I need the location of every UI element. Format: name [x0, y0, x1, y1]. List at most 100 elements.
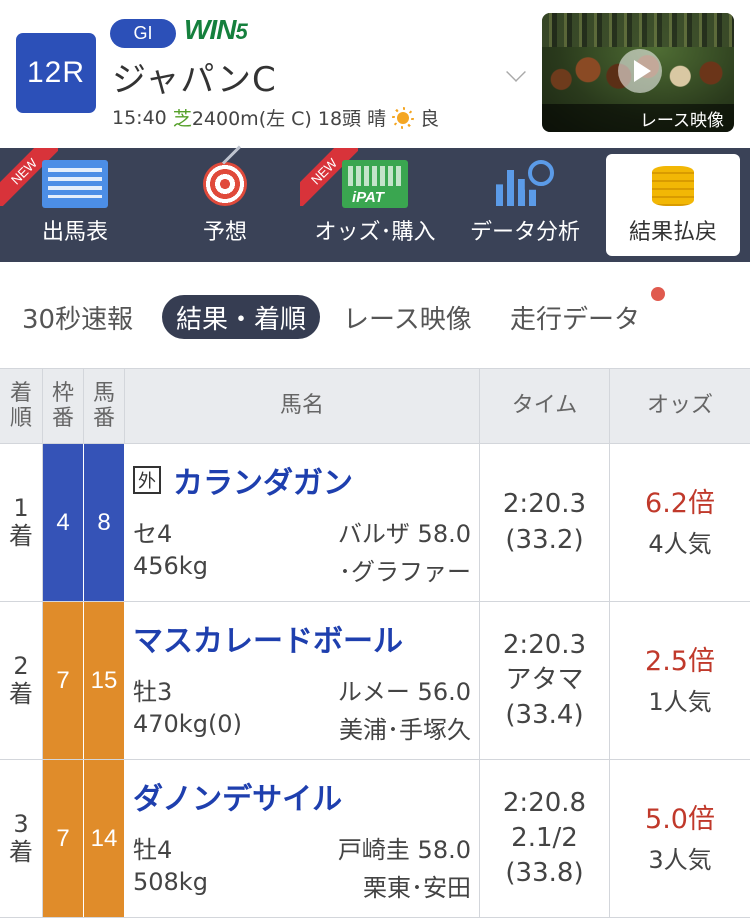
horse-cell: ダノンデサイル 牡4 戸崎圭 58.0 508kg 栗東･安田: [125, 760, 480, 917]
table-icon: [42, 160, 108, 208]
nav-item-results-payout[interactable]: 結果払戻: [606, 154, 740, 256]
horse-cell: 外カランダガン セ4 バルザ 58.0 456kg ･グラファー: [125, 444, 480, 601]
sex-age: 牡3: [133, 678, 173, 706]
time-cell: 2:20.8 2.1/2 (33.8): [480, 760, 610, 917]
finish-position: 1着: [0, 444, 43, 601]
table-row[interactable]: 2着 7 15 マスカレードボール 牡3 ルメー 56.0 470kg(0) 美浦･…: [0, 602, 750, 760]
margin: アタマ: [505, 664, 584, 695]
body-weight: 456kg: [133, 552, 208, 580]
start-time: 15:40: [112, 106, 167, 129]
finish-time: 2:20.3: [502, 489, 587, 520]
horse-name-link[interactable]: ダノンデサイル: [133, 774, 342, 818]
finish-time: 2:20.3: [502, 629, 587, 660]
nav-item-prediction[interactable]: 予想: [150, 148, 300, 262]
odds-cell: 6.2倍 4人気: [610, 444, 750, 601]
last-3f: (33.2): [505, 524, 584, 555]
horse-info-line: 牡3 ルメー 56.0: [133, 672, 471, 707]
jockey-weight: バルザ 58.0: [337, 520, 471, 548]
margin: 2.1/2: [511, 822, 578, 853]
sex-age: 牡4: [133, 836, 173, 864]
runner-count: 18頭: [317, 108, 362, 130]
popularity: 3人気: [648, 845, 712, 874]
finish-time: 2:20.8: [502, 787, 587, 818]
chart-search-icon: [492, 160, 558, 208]
last-3f: (33.8): [505, 858, 584, 889]
header-rank: 着順: [0, 369, 43, 443]
nav-item-data-analysis[interactable]: データ分析: [450, 148, 600, 262]
horse-info-line: 508kg 栗東･安田: [133, 868, 471, 903]
race-number-badge: 12R: [16, 33, 96, 113]
last-3f: (33.4): [505, 700, 584, 731]
table-header: 着順 枠番 馬番 馬名 タイム オッズ: [0, 368, 750, 444]
tab-race-video[interactable]: レース映像: [343, 295, 472, 339]
odds-value: 2.5倍: [645, 645, 715, 677]
results-table: 着順 枠番 馬番 馬名 タイム オッズ 1着 4 8 外カランダガン セ4 バルザ…: [0, 368, 750, 918]
jockey-weight: 戸崎圭 58.0: [337, 836, 471, 864]
ipat-icon: [342, 160, 408, 208]
notification-dot: [651, 287, 665, 301]
body-weight: 508kg: [133, 868, 208, 896]
header-horse-number: 馬番: [84, 369, 125, 443]
table-row[interactable]: 1着 4 8 外カランダガン セ4 バルザ 58.0 456kg ･グラファー 2:…: [0, 444, 750, 602]
frame-number: 4: [43, 444, 84, 601]
trainer: 栗東･安田: [363, 874, 471, 902]
popularity: 4人気: [648, 529, 712, 558]
grade-badge: GI: [110, 19, 176, 48]
frame-number: 7: [43, 602, 84, 759]
horse-number: 14: [84, 760, 125, 917]
header-odds: オッズ: [646, 393, 713, 419]
frame-number: 7: [43, 760, 84, 917]
tab-30sec-report[interactable]: 30秒速報: [22, 295, 133, 339]
chevron-down-icon[interactable]: [506, 62, 526, 82]
finish-position: 3着: [0, 760, 43, 917]
odds-value: 6.2倍: [645, 487, 715, 519]
header-horse-name: 馬名: [125, 369, 480, 443]
win5-logo: WIN5: [184, 14, 248, 45]
trainer: 美浦･手塚久: [339, 716, 471, 744]
header-frame-number: 枠番: [43, 369, 84, 443]
race-name: ジャパンC: [112, 60, 277, 100]
race-nav-bar: NEW 出馬表 予想 NEW オッズ･購入 データ分析 結果払戻: [0, 148, 750, 262]
horse-info-line: 456kg ･グラファー: [133, 552, 471, 587]
tab-result-order[interactable]: 結果・着順: [162, 295, 321, 339]
horse-number: 8: [84, 444, 125, 601]
body-weight: 470kg(0): [133, 710, 242, 738]
horse-name-link[interactable]: マスカレードボール: [133, 616, 403, 660]
race-header: 12R GI WIN5 ジャパンC 15:40 芝 2400m(左 C) 18頭 …: [0, 0, 750, 148]
trainer: ･グラファー: [339, 558, 471, 586]
race-video-thumbnail[interactable]: レース映像: [542, 13, 734, 132]
time-cell: 2:20.3 アタマ (33.4): [480, 602, 610, 759]
header-time: タイム: [480, 369, 610, 443]
nav-item-odds-purchase[interactable]: NEW オッズ･購入: [300, 148, 450, 262]
time-cell: 2:20.3 (33.2): [480, 444, 610, 601]
nav-item-label: データ分析: [469, 220, 580, 245]
race-info: 15:40 芝 2400m(左 C) 18頭 晴 良: [112, 104, 439, 131]
video-label: レース映像: [542, 104, 734, 132]
result-tabs: 30秒速報 結果・着順 レース映像 走行データ: [0, 262, 750, 368]
horse-cell: マスカレードボール 牡3 ルメー 56.0 470kg(0) 美浦･手塚久: [125, 602, 480, 759]
horse-number: 15: [84, 602, 125, 759]
distance-course: 2400m(左 C): [191, 108, 312, 130]
play-icon[interactable]: [618, 49, 662, 93]
horse-name-link[interactable]: 外カランダガン: [133, 458, 353, 502]
nav-item-label: 予想: [202, 220, 247, 245]
odds-cell: 2.5倍 1人気: [610, 602, 750, 759]
odds-cell: 5.0倍 3人気: [610, 760, 750, 917]
nav-item-entries[interactable]: NEW 出馬表: [0, 148, 150, 262]
odds-value: 5.0倍: [645, 803, 715, 835]
track-condition: 良: [420, 108, 440, 130]
jockey-weight: ルメー 56.0: [337, 678, 471, 706]
table-row[interactable]: 3着 7 14 ダノンデサイル 牡4 戸崎圭 58.0 508kg 栗東･安田 2:…: [0, 760, 750, 918]
surface: 芝: [172, 108, 192, 130]
target-icon: [201, 160, 249, 208]
horse-info-line: セ4 バルザ 58.0: [133, 514, 471, 549]
foreign-horse-mark: 外: [133, 466, 161, 494]
coins-icon: [640, 160, 706, 208]
nav-item-label: 結果払戻: [628, 220, 717, 245]
popularity: 1人気: [648, 687, 712, 716]
nav-item-label: 出馬表: [41, 220, 108, 245]
nav-item-label: オッズ･購入: [314, 220, 436, 245]
tab-running-data[interactable]: 走行データ: [510, 295, 640, 339]
finish-position: 2着: [0, 602, 43, 759]
weather: 晴: [367, 108, 387, 130]
